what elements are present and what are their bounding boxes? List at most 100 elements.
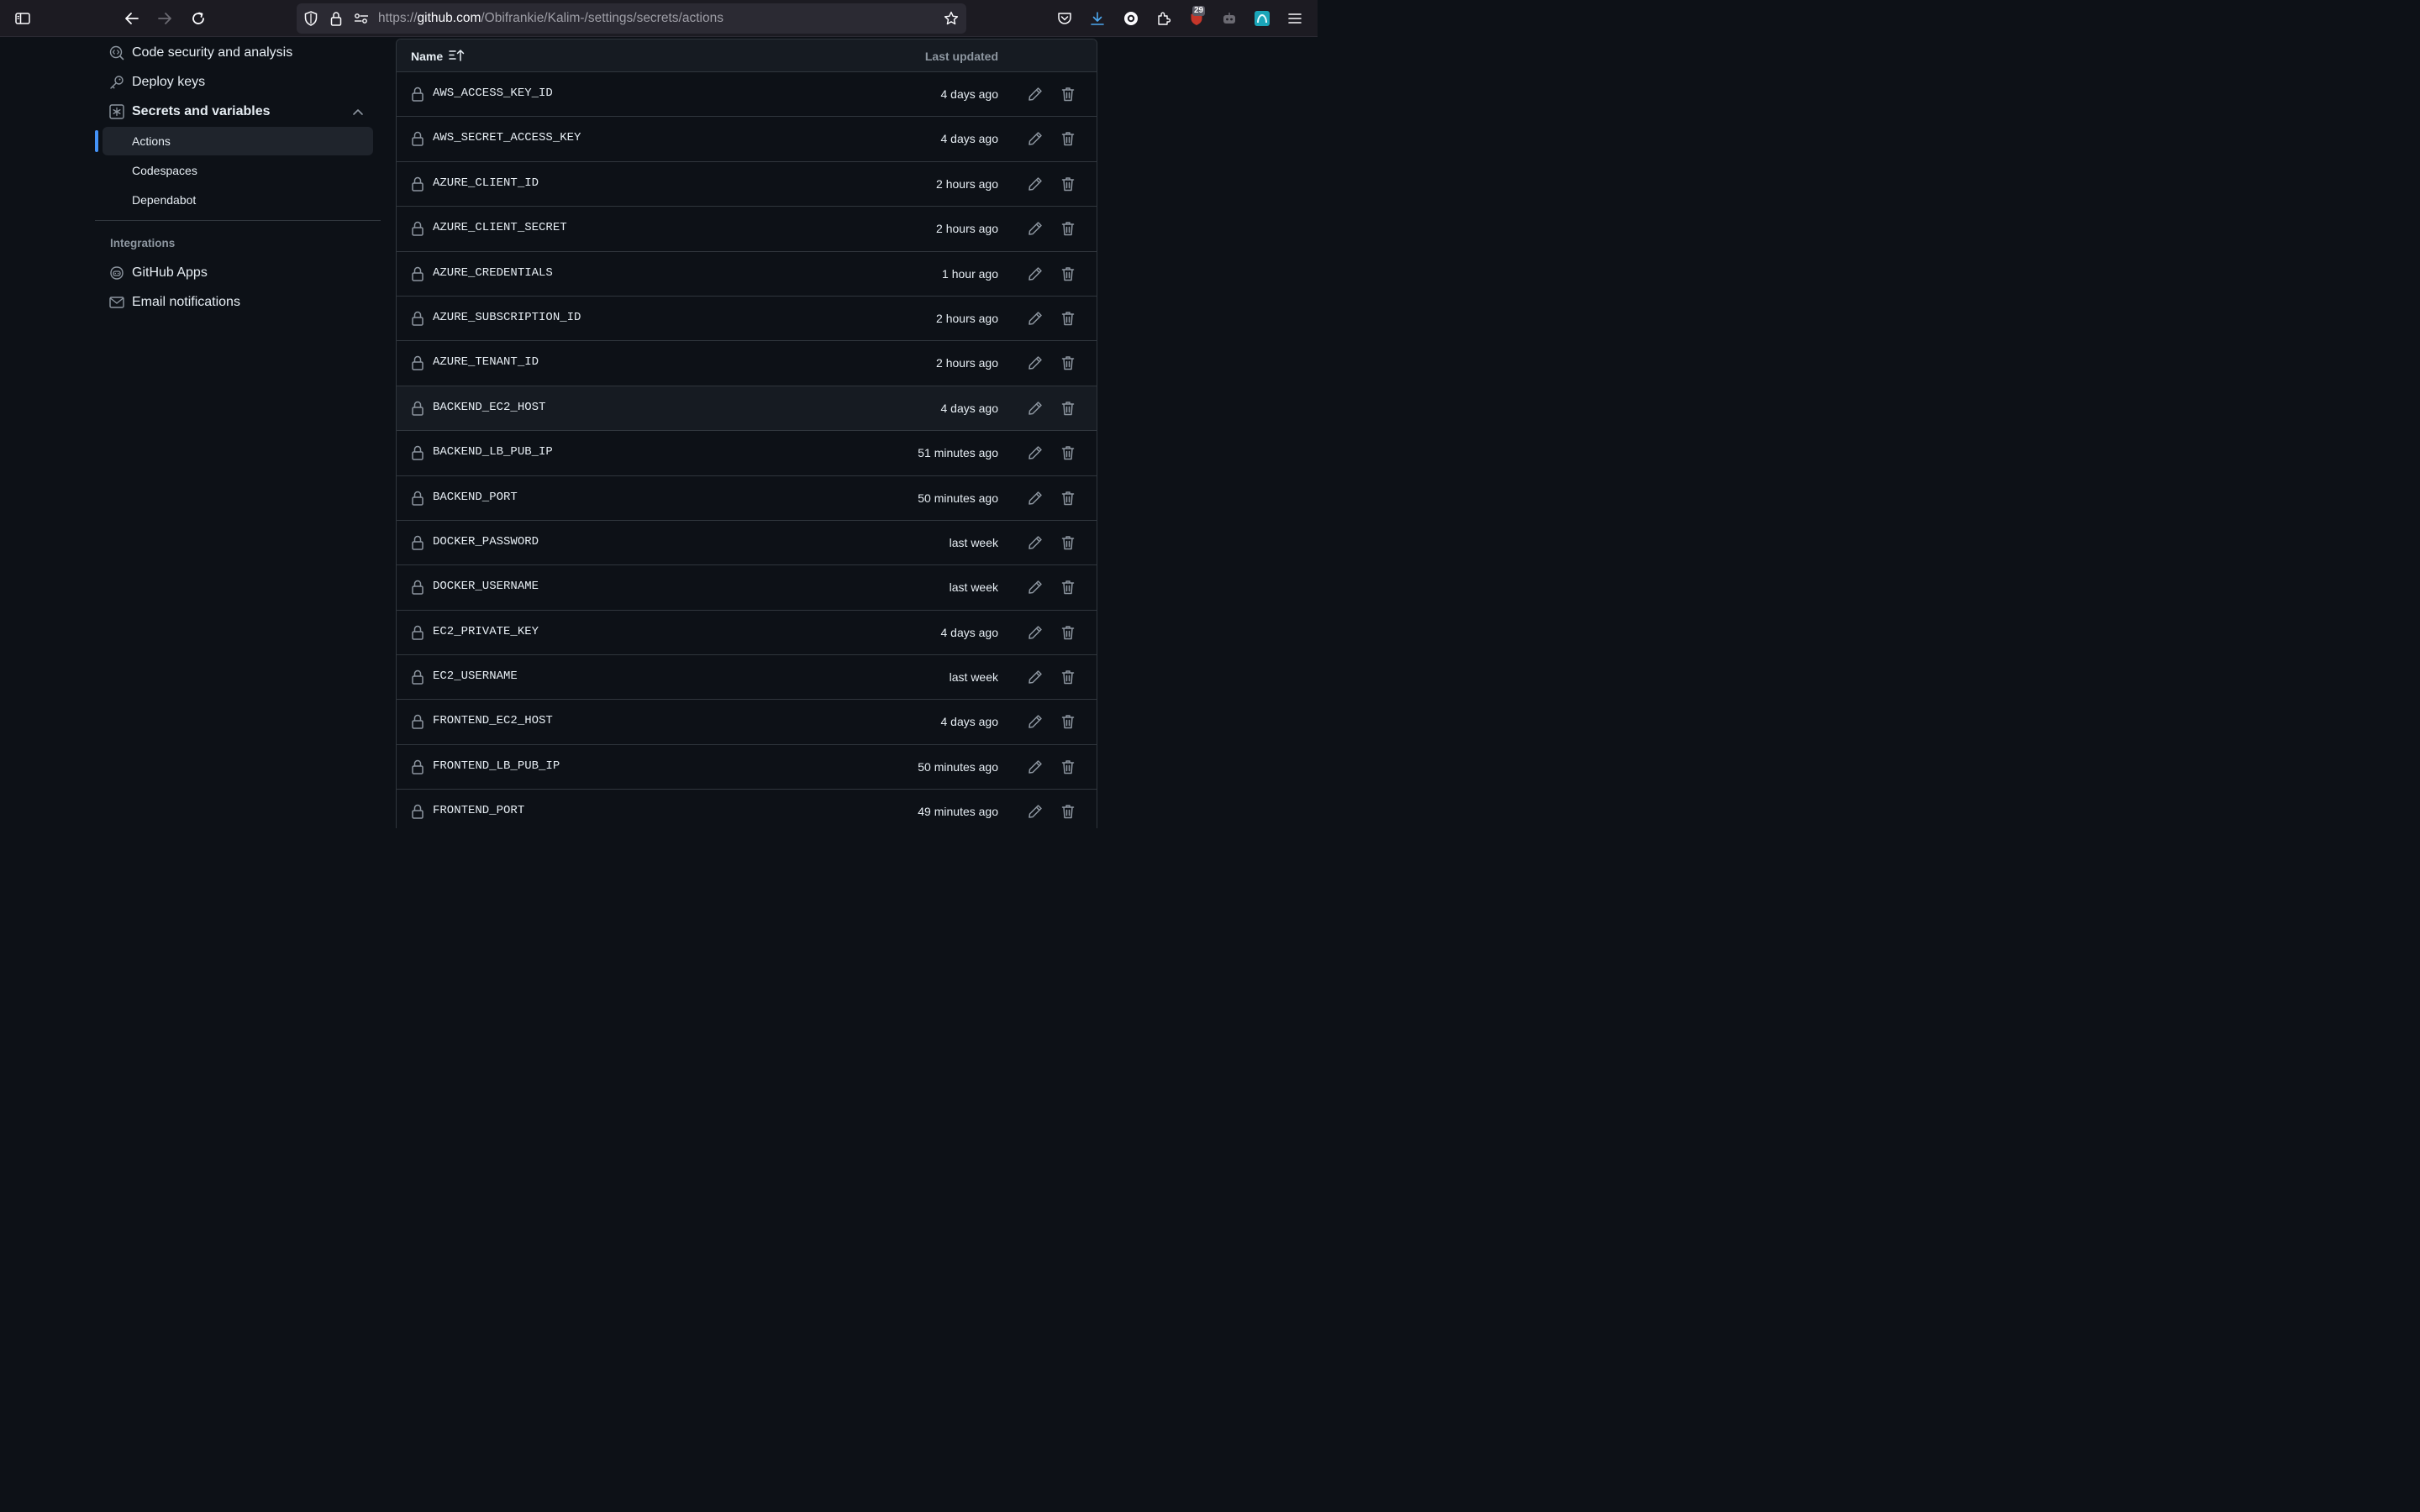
secret-last-updated: 4 days ago — [940, 87, 999, 101]
trash-icon[interactable] — [1060, 130, 1076, 147]
lock-icon — [411, 625, 424, 640]
pencil-icon[interactable] — [1027, 130, 1044, 147]
sidebar-item-label: Email notifications — [132, 295, 240, 309]
trash-icon[interactable] — [1060, 624, 1076, 641]
secret-name: FRONTEND_LB_PUB_IP — [433, 759, 560, 773]
lock-icon — [411, 580, 424, 596]
bookmark-star-icon[interactable] — [944, 11, 959, 26]
table-row: DOCKER_PASSWORD last week — [397, 521, 1097, 566]
sidebar-item-secrets-and-variables[interactable]: Secrets and variables — [109, 99, 373, 124]
trash-icon[interactable] — [1060, 86, 1076, 102]
trash-icon[interactable] — [1060, 759, 1076, 775]
extension-badge: 29 — [1192, 6, 1206, 16]
downloads-icon[interactable] — [1086, 8, 1108, 29]
pencil-icon[interactable] — [1027, 310, 1044, 327]
pencil-icon[interactable] — [1027, 803, 1044, 820]
chevron-up-icon[interactable] — [352, 106, 364, 118]
robot-extension-icon[interactable] — [1218, 8, 1240, 29]
pencil-icon[interactable] — [1027, 354, 1044, 371]
active-indicator — [95, 130, 98, 152]
trash-icon[interactable] — [1060, 444, 1076, 461]
table-body: AWS_ACCESS_KEY_ID 4 days ago AWS_SECRET_… — [397, 72, 1097, 828]
pencil-icon[interactable] — [1027, 444, 1044, 461]
secret-name: AZURE_CREDENTIALS — [433, 265, 553, 280]
table-row: BACKEND_PORT 50 minutes ago — [397, 476, 1097, 521]
pencil-icon[interactable] — [1027, 759, 1044, 775]
pocket-icon[interactable] — [1054, 8, 1076, 29]
table-row: AWS_SECRET_ACCESS_KEY 4 days ago — [397, 117, 1097, 162]
trash-icon[interactable] — [1060, 669, 1076, 685]
sidebar-item-label: Deploy keys — [132, 75, 206, 89]
trash-icon[interactable] — [1060, 354, 1076, 371]
url-text[interactable]: https://github.com/Obifrankie/Kalim-/set… — [378, 11, 723, 26]
trash-icon[interactable] — [1060, 220, 1076, 237]
sort-ascending-icon[interactable] — [449, 49, 466, 62]
extensions-puzzle-icon[interactable] — [1153, 8, 1175, 29]
secret-name: DOCKER_USERNAME — [433, 580, 539, 594]
secret-name: AZURE_CLIENT_SECRET — [433, 221, 567, 235]
profile-avatar-icon[interactable] — [1251, 8, 1273, 29]
lock-icon — [411, 445, 424, 460]
secret-last-updated: last week — [949, 535, 998, 549]
secret-last-updated: 51 minutes ago — [918, 446, 998, 460]
reload-icon[interactable] — [187, 8, 209, 29]
padlock-icon[interactable] — [329, 11, 344, 26]
sidebar-item-deploy-keys[interactable]: Deploy keys — [109, 70, 205, 95]
secret-name: EC2_PRIVATE_KEY — [433, 624, 539, 638]
table-header: Name Last updated — [397, 39, 1097, 72]
lock-icon — [411, 804, 424, 819]
secret-last-updated: last week — [949, 580, 998, 595]
pencil-icon[interactable] — [1027, 176, 1044, 192]
pencil-icon[interactable] — [1027, 534, 1044, 551]
pencil-icon[interactable] — [1027, 220, 1044, 237]
trash-icon[interactable] — [1060, 490, 1076, 507]
secret-last-updated: 50 minutes ago — [918, 491, 998, 505]
forward-arrow-icon[interactable] — [154, 8, 176, 29]
pencil-icon[interactable] — [1027, 265, 1044, 282]
lock-icon — [411, 266, 424, 281]
trash-icon[interactable] — [1060, 400, 1076, 417]
pencil-icon[interactable] — [1027, 669, 1044, 685]
tracking-shield-icon[interactable] — [303, 11, 318, 26]
pencil-icon[interactable] — [1027, 713, 1044, 730]
trash-icon[interactable] — [1060, 579, 1076, 596]
sidebar-subitem-codespaces[interactable]: Codespaces — [103, 156, 373, 185]
table-row: FRONTEND_PORT 49 minutes ago — [397, 790, 1097, 828]
browser-toolbar: https://github.com/Obifrankie/Kalim-/set… — [0, 0, 1318, 37]
table-row: FRONTEND_EC2_HOST 4 days ago — [397, 700, 1097, 745]
pencil-icon[interactable] — [1027, 624, 1044, 641]
back-arrow-icon[interactable] — [121, 8, 143, 29]
pencil-icon[interactable] — [1027, 490, 1044, 507]
trash-icon[interactable] — [1060, 265, 1076, 282]
table-row: FRONTEND_LB_PUB_IP 50 minutes ago — [397, 745, 1097, 790]
lock-icon — [411, 355, 424, 371]
sidebar-toggle-icon[interactable] — [12, 8, 34, 29]
sidebar-item-github-apps[interactable]: GitHub Apps — [109, 260, 208, 286]
sidebar-item-email-notifications[interactable]: Email notifications — [109, 290, 240, 315]
column-header-name[interactable]: Name — [411, 50, 443, 63]
trash-icon[interactable] — [1060, 803, 1076, 820]
lock-icon — [411, 669, 424, 685]
sidebar-item-code-security[interactable]: Code security and analysis — [109, 40, 292, 66]
key-icon — [109, 75, 124, 90]
secret-last-updated: last week — [949, 670, 998, 685]
site-permissions-icon[interactable] — [354, 11, 369, 26]
sidebar-subitem-actions[interactable]: Actions — [103, 127, 373, 155]
table-row: AWS_ACCESS_KEY_ID 4 days ago — [397, 72, 1097, 118]
table-row: BACKEND_EC2_HOST 4 days ago — [397, 386, 1097, 432]
hamburger-menu-icon[interactable] — [1284, 8, 1306, 29]
secret-last-updated: 4 days ago — [940, 625, 999, 639]
trash-icon[interactable] — [1060, 713, 1076, 730]
lock-icon — [411, 759, 424, 774]
trash-icon[interactable] — [1060, 534, 1076, 551]
trash-icon[interactable] — [1060, 176, 1076, 192]
pencil-icon[interactable] — [1027, 579, 1044, 596]
pencil-icon[interactable] — [1027, 86, 1044, 102]
table-row: DOCKER_USERNAME last week — [397, 565, 1097, 611]
pencil-icon[interactable] — [1027, 400, 1044, 417]
address-bar[interactable]: https://github.com/Obifrankie/Kalim-/set… — [297, 3, 966, 34]
trash-icon[interactable] — [1060, 310, 1076, 327]
extension-o-icon[interactable] — [1120, 8, 1142, 29]
url-path: /Obifrankie/Kalim-/settings/secrets/acti… — [481, 11, 723, 25]
sidebar-subitem-dependabot[interactable]: Dependabot — [103, 186, 373, 214]
